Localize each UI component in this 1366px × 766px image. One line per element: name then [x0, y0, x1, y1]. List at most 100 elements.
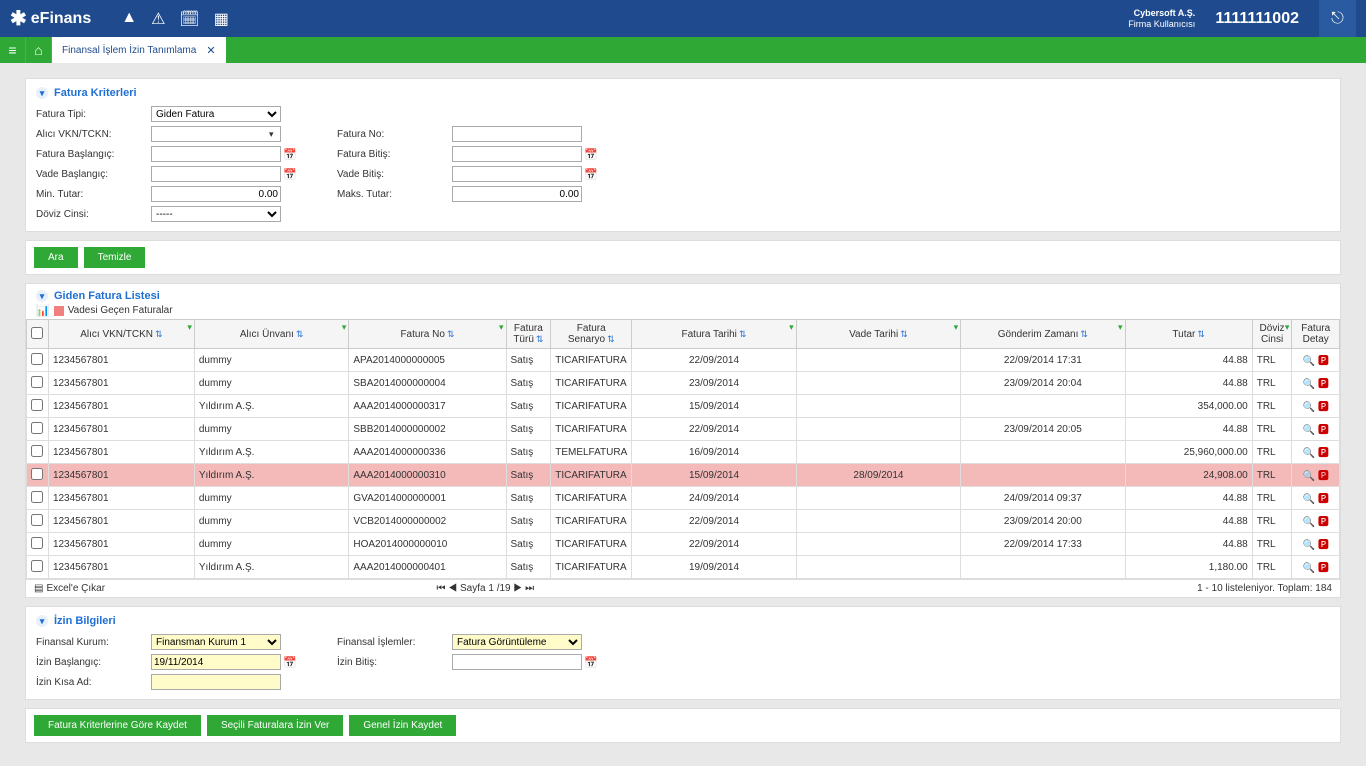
izin-bitis-input[interactable] — [452, 654, 582, 670]
fatura-no-input[interactable] — [452, 126, 582, 142]
pdf-icon[interactable]: 🅿 — [1318, 516, 1329, 528]
col-fatura-no[interactable]: Fatura No⇅▾ — [349, 320, 506, 349]
calendar-icon[interactable]: 📅 — [283, 168, 297, 181]
view-icon[interactable]: 🔍 — [1303, 517, 1315, 528]
row-checkbox[interactable] — [31, 353, 43, 365]
fatura-baslangic-input[interactable] — [151, 146, 281, 162]
row-checkbox[interactable] — [31, 560, 43, 572]
fatura-bitis-input[interactable] — [452, 146, 582, 162]
active-tab[interactable]: Finansal İşlem İzin Tanımlama ✕ — [52, 37, 226, 63]
calendar-icon[interactable]: 📅 — [584, 656, 598, 669]
table-row[interactable]: 1234567801dummySBA2014000000004SatışTICA… — [27, 372, 1340, 395]
izin-title[interactable]: İzin Bilgileri — [36, 615, 1330, 627]
cell-doviz: TRL — [1252, 441, 1292, 464]
home-button[interactable]: ⌂ — [26, 37, 52, 63]
col-senaryo[interactable]: Fatura Senaryo⇅ — [551, 320, 632, 349]
criteria-title[interactable]: Fatura Kriterleri — [36, 87, 1330, 99]
table-row[interactable]: 1234567801dummySBB2014000000002SatışTICA… — [27, 418, 1340, 441]
pager[interactable]: ⏮ ◀ Sayfa 1 /19 ▶ ⏭ — [437, 583, 535, 594]
tab-close-icon[interactable]: ✕ — [206, 44, 215, 57]
col-doviz[interactable]: Döviz Cinsi▾ — [1252, 320, 1292, 349]
pdf-icon[interactable]: 🅿 — [1318, 470, 1329, 482]
vade-baslangic-input[interactable] — [151, 166, 281, 182]
row-checkbox[interactable] — [31, 537, 43, 549]
temizle-button[interactable]: Temizle — [84, 247, 146, 268]
col-turu[interactable]: Fatura Türü⇅ — [506, 320, 551, 349]
view-icon[interactable]: 🔍 — [1303, 356, 1315, 367]
alici-vkn-label: Alıcı VKN/TCKN: — [36, 129, 151, 140]
pdf-icon[interactable]: 🅿 — [1318, 378, 1329, 390]
pdf-icon[interactable]: 🅿 — [1318, 355, 1329, 367]
secili-izin-button[interactable]: Seçili Faturalara İzin Ver — [207, 715, 343, 736]
view-icon[interactable]: 🔍 — [1303, 494, 1315, 505]
list-title[interactable]: Giden Fatura Listesi — [36, 290, 1330, 302]
kurum-select[interactable]: Finansman Kurum 1 — [151, 634, 281, 650]
col-unvan[interactable]: Alıcı Ünvanı⇅▾ — [194, 320, 349, 349]
grid-icon[interactable]: ▦ — [214, 9, 229, 29]
pdf-icon[interactable]: 🅿 — [1318, 562, 1329, 574]
ara-button[interactable]: Ara — [34, 247, 78, 268]
alici-vkn-input[interactable] — [151, 126, 281, 142]
pdf-icon[interactable]: 🅿 — [1318, 424, 1329, 436]
col-vade[interactable]: Vade Tarihi⇅▾ — [796, 320, 960, 349]
calendar-icon[interactable]: 📅 — [584, 168, 598, 181]
col-tarih[interactable]: Fatura Tarihi⇅▾ — [632, 320, 796, 349]
row-checkbox[interactable] — [31, 445, 43, 457]
view-icon[interactable]: 🔍 — [1303, 448, 1315, 459]
row-checkbox[interactable] — [31, 399, 43, 411]
dropdown-icon[interactable]: ▾ — [269, 129, 274, 140]
row-checkbox[interactable] — [31, 491, 43, 503]
chart-icon[interactable]: 📊 — [36, 304, 50, 317]
table-row[interactable]: 1234567801Yıldırım A.Ş.AAA2014000000310S… — [27, 464, 1340, 487]
maks-tutar-input[interactable] — [452, 186, 582, 202]
table-row[interactable]: 1234567801dummyHOA2014000000010SatışTICA… — [27, 533, 1340, 556]
legend-text: Vadesi Geçen Faturalar — [68, 305, 173, 316]
logout-button[interactable]: ⎋ — [1319, 0, 1356, 37]
table-row[interactable]: 1234567801Yıldırım A.Ş.AAA2014000000401S… — [27, 556, 1340, 579]
pdf-icon[interactable]: 🅿 — [1318, 401, 1329, 413]
islem-select[interactable]: Fatura Görüntüleme — [452, 634, 582, 650]
table-row[interactable]: 1234567801dummyGVA2014000000001SatışTICA… — [27, 487, 1340, 510]
user-role: Firma Kullanıcısı — [1128, 19, 1195, 30]
fatura-tipi-select[interactable]: Giden Fatura — [151, 106, 281, 122]
vade-bitis-input[interactable] — [452, 166, 582, 182]
table-row[interactable]: 1234567801dummyAPA2014000000005SatışTICA… — [27, 349, 1340, 372]
min-tutar-label: Min. Tutar: — [36, 189, 151, 200]
view-icon[interactable]: 🔍 — [1303, 471, 1315, 482]
calendar-icon[interactable]: 📅 — [283, 656, 297, 669]
table-row[interactable]: 1234567801dummyVCB2014000000002SatışTICA… — [27, 510, 1340, 533]
select-all-checkbox[interactable] — [31, 327, 43, 339]
cell-vkn: 1234567801 — [48, 464, 194, 487]
kisa-ad-input[interactable] — [151, 674, 281, 690]
genel-izin-button[interactable]: Genel İzin Kaydet — [349, 715, 456, 736]
calendar-icon[interactable]: 📅 — [283, 148, 297, 161]
col-gonderim[interactable]: Gönderim Zamanı⇅▾ — [961, 320, 1125, 349]
col-vkn[interactable]: Alıcı VKN/TCKN⇅▾ — [48, 320, 194, 349]
min-tutar-input[interactable] — [151, 186, 281, 202]
view-icon[interactable]: 🔍 — [1303, 379, 1315, 390]
izin-baslangic-input[interactable] — [151, 654, 281, 670]
pdf-icon[interactable]: 🅿 — [1318, 447, 1329, 459]
pdf-icon[interactable]: 🅿 — [1318, 493, 1329, 505]
row-checkbox[interactable] — [31, 376, 43, 388]
kriter-kaydet-button[interactable]: Fatura Kriterlerine Göre Kaydet — [34, 715, 201, 736]
calendar-icon[interactable]: 🗓 — [179, 9, 199, 29]
excel-link[interactable]: Excel'e Çıkar — [46, 583, 105, 594]
row-checkbox[interactable] — [31, 514, 43, 526]
view-icon[interactable]: 🔍 — [1303, 402, 1315, 413]
notify-icon[interactable]: ▲ — [121, 9, 137, 29]
menu-button[interactable]: ≡ — [0, 37, 26, 63]
table-row[interactable]: 1234567801Yıldırım A.Ş.AAA2014000000336S… — [27, 441, 1340, 464]
doviz-cinsi-select[interactable]: ----- — [151, 206, 281, 222]
view-icon[interactable]: 🔍 — [1303, 563, 1315, 574]
row-checkbox[interactable] — [31, 468, 43, 480]
calendar-icon[interactable]: 📅 — [584, 148, 598, 161]
alert-icon[interactable]: ⚠ — [151, 9, 165, 29]
view-icon[interactable]: 🔍 — [1303, 540, 1315, 551]
row-checkbox[interactable] — [31, 422, 43, 434]
col-tutar[interactable]: Tutar⇅ — [1125, 320, 1252, 349]
table-row[interactable]: 1234567801Yıldırım A.Ş.AAA2014000000317S… — [27, 395, 1340, 418]
pdf-icon[interactable]: 🅿 — [1318, 539, 1329, 551]
view-icon[interactable]: 🔍 — [1303, 425, 1315, 436]
excel-icon[interactable]: ▤ — [34, 583, 43, 594]
